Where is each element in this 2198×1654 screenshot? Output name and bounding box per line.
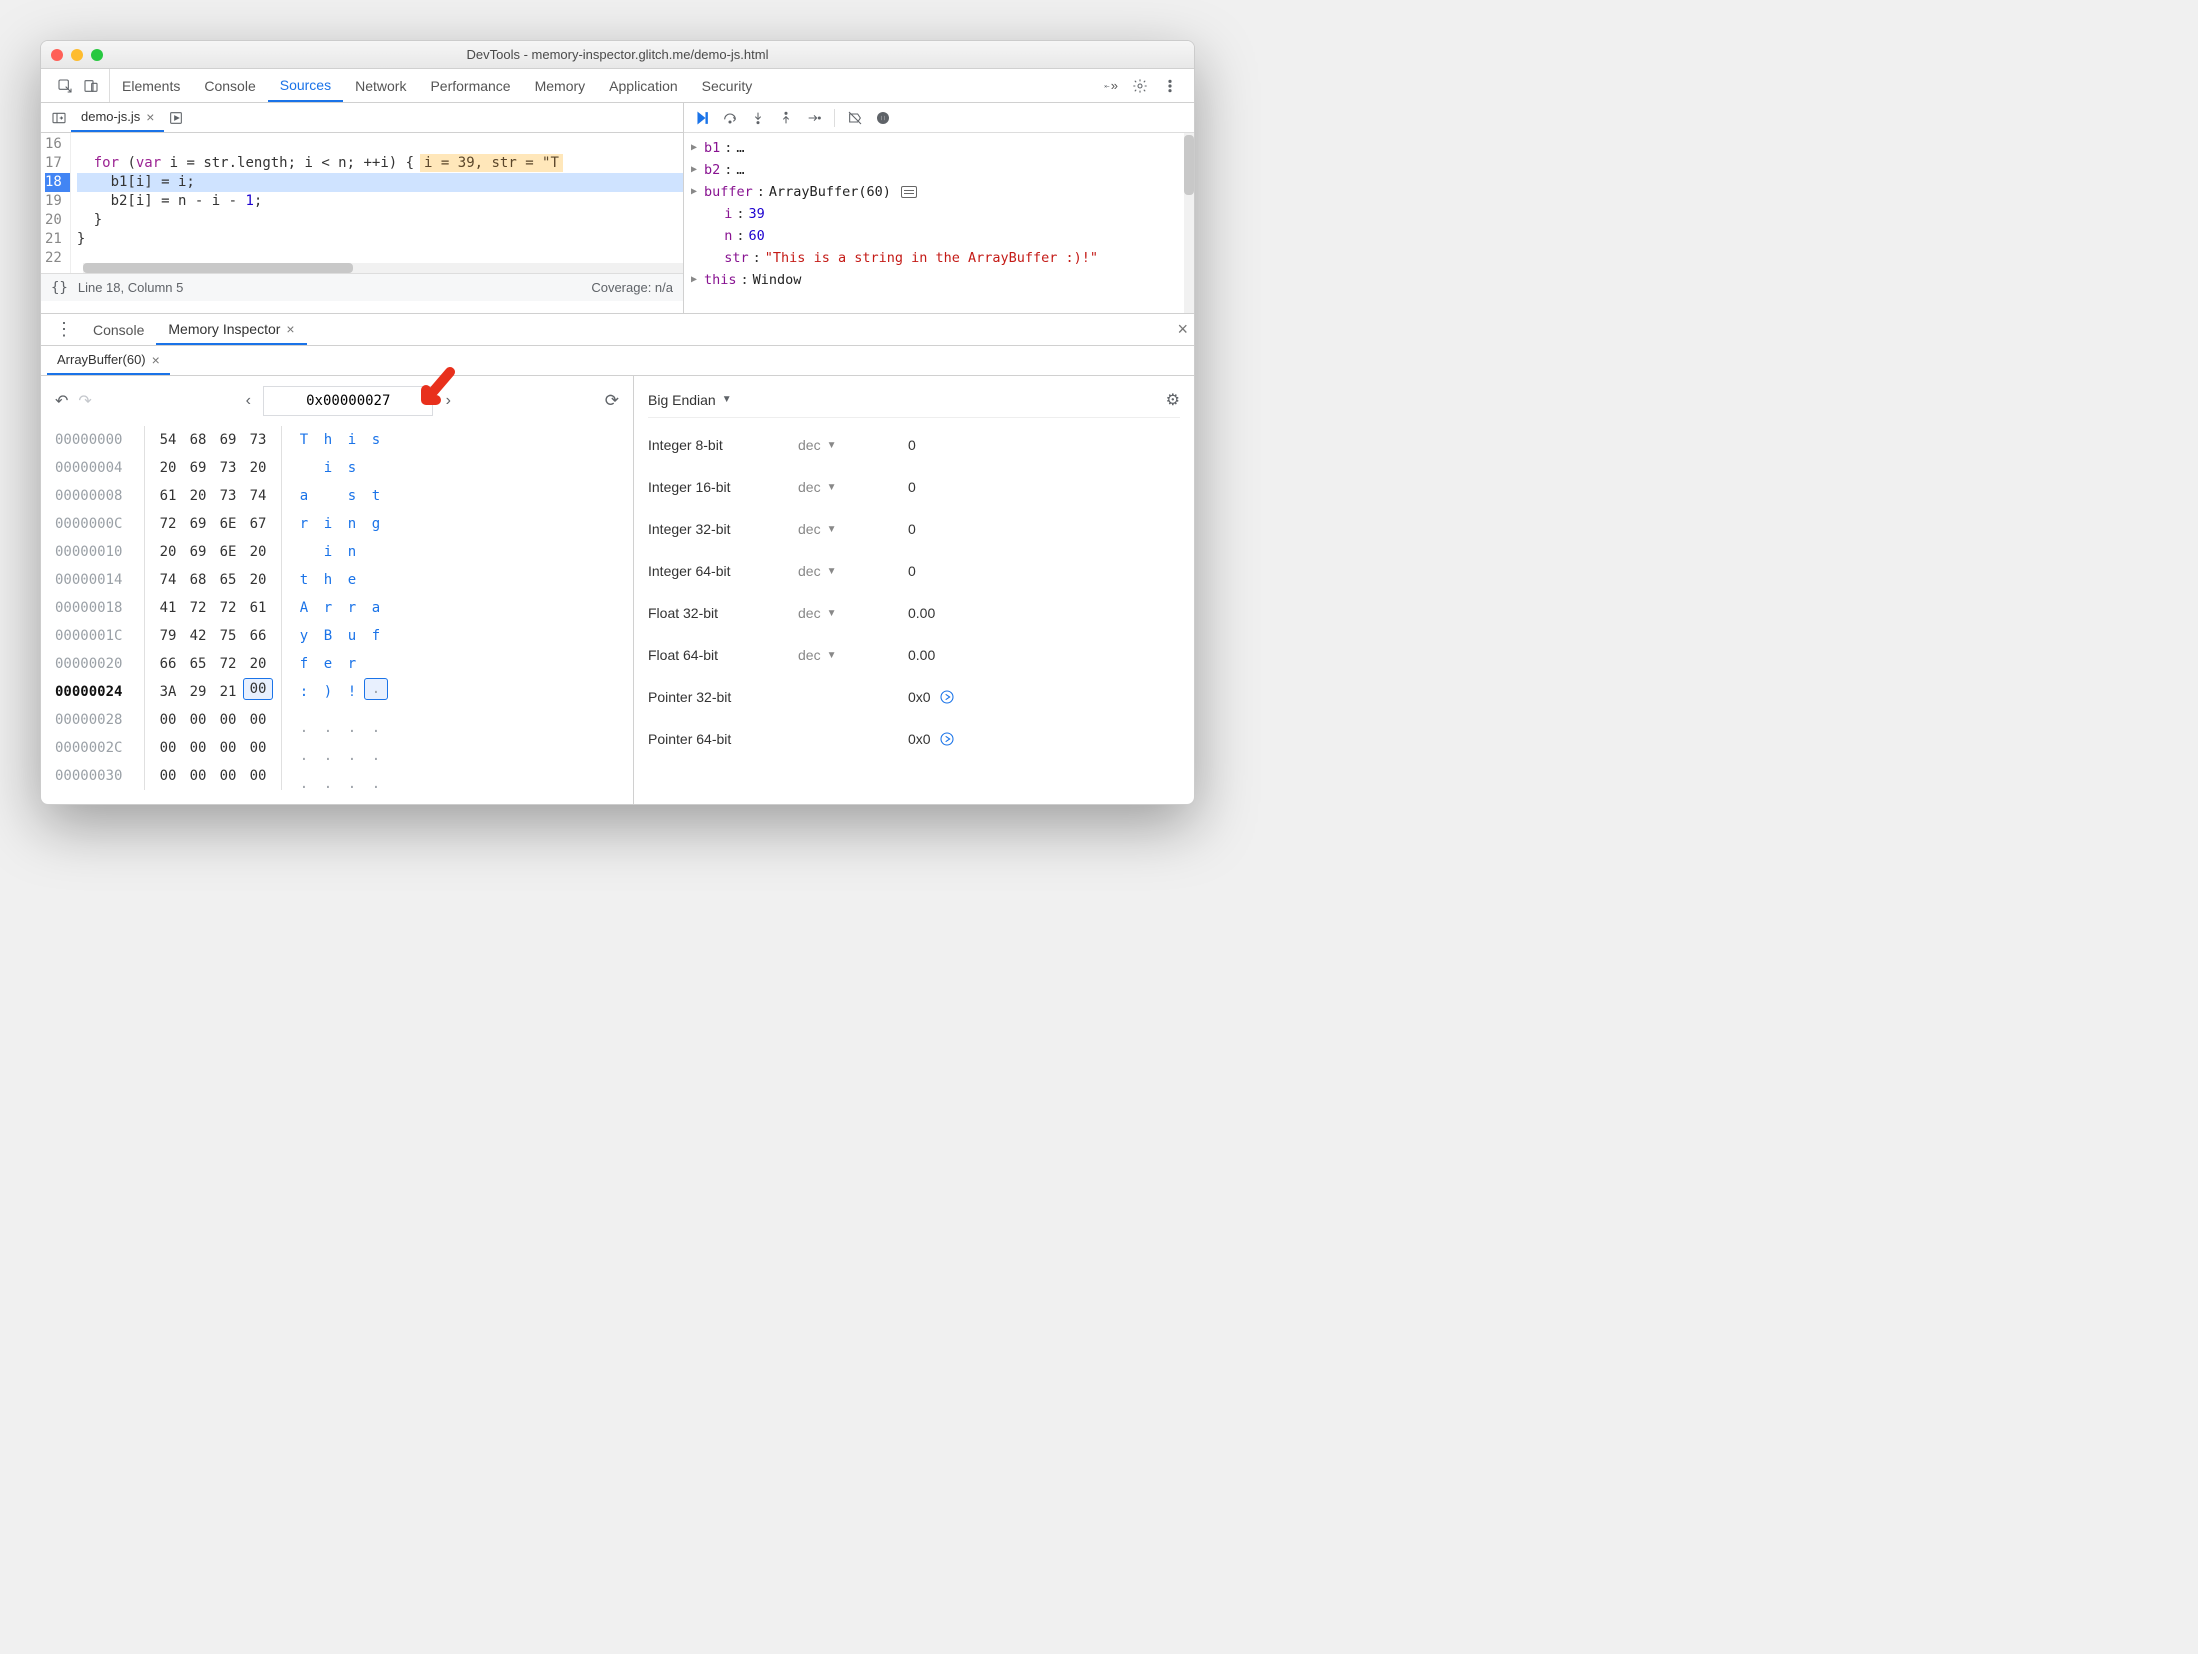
coverage-status: Coverage: n/a (591, 280, 673, 295)
titlebar: DevTools - memory-inspector.glitch.me/de… (41, 41, 1194, 69)
main-tab-bar: ElementsConsoleSourcesNetworkPerformance… (41, 69, 1194, 103)
next-page-icon[interactable]: › (439, 392, 457, 410)
navigator-toggle-icon[interactable] (51, 110, 67, 126)
endianness-select[interactable]: Big Endian ▼ (648, 392, 732, 408)
reveal-in-memory-icon[interactable] (901, 186, 917, 198)
memory-inspector-tabs: ArrayBuffer(60) × (41, 346, 1194, 376)
hex-viewer: ↶ ↷ ‹ › ⟳ 0000000054686973This0000000420… (41, 376, 634, 804)
file-tab-bar: demo-js.js × (41, 103, 683, 133)
prev-page-icon[interactable]: ‹ (239, 392, 257, 410)
memory-nav-bar: ↶ ↷ ‹ › ⟳ (55, 386, 619, 416)
address-input[interactable] (263, 386, 433, 416)
sources-panel: demo-js.js × 16171819202122 for (var i =… (41, 103, 1194, 314)
window-title: DevTools - memory-inspector.glitch.me/de… (41, 47, 1194, 62)
file-tab[interactable]: demo-js.js × (71, 103, 164, 132)
drawer-tab-memory-inspector[interactable]: Memory Inspector × (156, 314, 306, 345)
value-row: Pointer 64-bit0x0 (648, 718, 1180, 760)
history-back-icon[interactable]: ↶ (55, 391, 68, 411)
value-row: Integer 8-bitdec▼0 (648, 424, 1180, 466)
close-tab-icon[interactable]: × (146, 109, 154, 125)
tab-performance[interactable]: Performance (418, 69, 522, 102)
cursor-position: Line 18, Column 5 (78, 280, 184, 295)
kebab-menu-icon[interactable] (1162, 78, 1178, 94)
value-interpreter: Big Endian ▼ ⚙ Integer 8-bitdec▼0Integer… (634, 376, 1194, 804)
close-buffer-tab-icon[interactable]: × (152, 352, 160, 368)
value-settings-icon[interactable]: ⚙ (1166, 390, 1180, 410)
debugger-pane: ▶b1: … ▶b2: … ▶buffer: ArrayBuffer(60) i… (684, 103, 1194, 313)
tab-application[interactable]: Application (597, 69, 690, 102)
file-tab-label: demo-js.js (81, 109, 140, 124)
device-toolbar-icon[interactable] (83, 78, 99, 94)
vertical-scrollbar[interactable] (1184, 133, 1194, 313)
deactivate-breakpoints-icon[interactable] (847, 110, 863, 126)
jump-to-address-icon[interactable] (939, 731, 955, 747)
tab-elements[interactable]: Elements (110, 69, 192, 102)
step-over-icon[interactable] (722, 110, 738, 126)
value-row: Float 32-bitdec▼0.00 (648, 592, 1180, 634)
memory-buffer-tab[interactable]: ArrayBuffer(60) × (47, 346, 170, 375)
code-editor[interactable]: 16171819202122 for (var i = str.length; … (41, 133, 683, 273)
tab-security[interactable]: Security (690, 69, 765, 102)
value-row: Integer 32-bitdec▼0 (648, 508, 1180, 550)
resume-icon[interactable] (694, 110, 710, 126)
scope-variables[interactable]: ▶b1: … ▶b2: … ▶buffer: ArrayBuffer(60) i… (684, 133, 1194, 313)
settings-icon[interactable] (1132, 78, 1148, 94)
refresh-icon[interactable]: ⟳ (605, 391, 619, 411)
step-into-icon[interactable] (750, 110, 766, 126)
horizontal-scrollbar[interactable] (83, 263, 683, 273)
value-row: Integer 16-bitdec▼0 (648, 466, 1180, 508)
tab-console[interactable]: Console (192, 69, 267, 102)
step-out-icon[interactable] (778, 110, 794, 126)
tab-sources[interactable]: Sources (268, 69, 343, 102)
close-drawer-icon[interactable]: × (1177, 319, 1188, 340)
inspect-element-icon[interactable] (57, 78, 73, 94)
tab-network[interactable]: Network (343, 69, 418, 102)
pretty-print-icon[interactable]: {} (51, 280, 68, 296)
pause-on-exceptions-icon[interactable] (875, 110, 891, 126)
editor-pane: demo-js.js × 16171819202122 for (var i =… (41, 103, 684, 313)
value-row: Float 64-bitdec▼0.00 (648, 634, 1180, 676)
value-row: Integer 64-bitdec▼0 (648, 550, 1180, 592)
drawer-menu-icon[interactable]: ⋮ (47, 319, 81, 340)
jump-to-address-icon[interactable] (939, 689, 955, 705)
hex-table[interactable]: 0000000054686973This0000000420697320 is … (55, 426, 619, 790)
debugger-toolbar (684, 103, 1194, 133)
memory-inspector-body: ↶ ↷ ‹ › ⟳ 0000000054686973This0000000420… (41, 376, 1194, 804)
drawer-tab-console[interactable]: Console (81, 314, 156, 345)
step-icon[interactable] (806, 110, 822, 126)
devtools-window: DevTools - memory-inspector.glitch.me/de… (40, 40, 1195, 805)
tab-memory[interactable]: Memory (523, 69, 598, 102)
value-row: Pointer 32-bit0x0 (648, 676, 1180, 718)
run-snippet-icon[interactable] (168, 110, 184, 126)
drawer-tab-bar: ⋮ Console Memory Inspector × × (41, 314, 1194, 346)
editor-status-bar: {} Line 18, Column 5 Coverage: n/a (41, 273, 683, 301)
more-tabs-icon[interactable]: » (1102, 78, 1118, 94)
close-drawer-tab-icon[interactable]: × (286, 321, 294, 337)
history-forward-icon[interactable]: ↷ (78, 391, 91, 411)
